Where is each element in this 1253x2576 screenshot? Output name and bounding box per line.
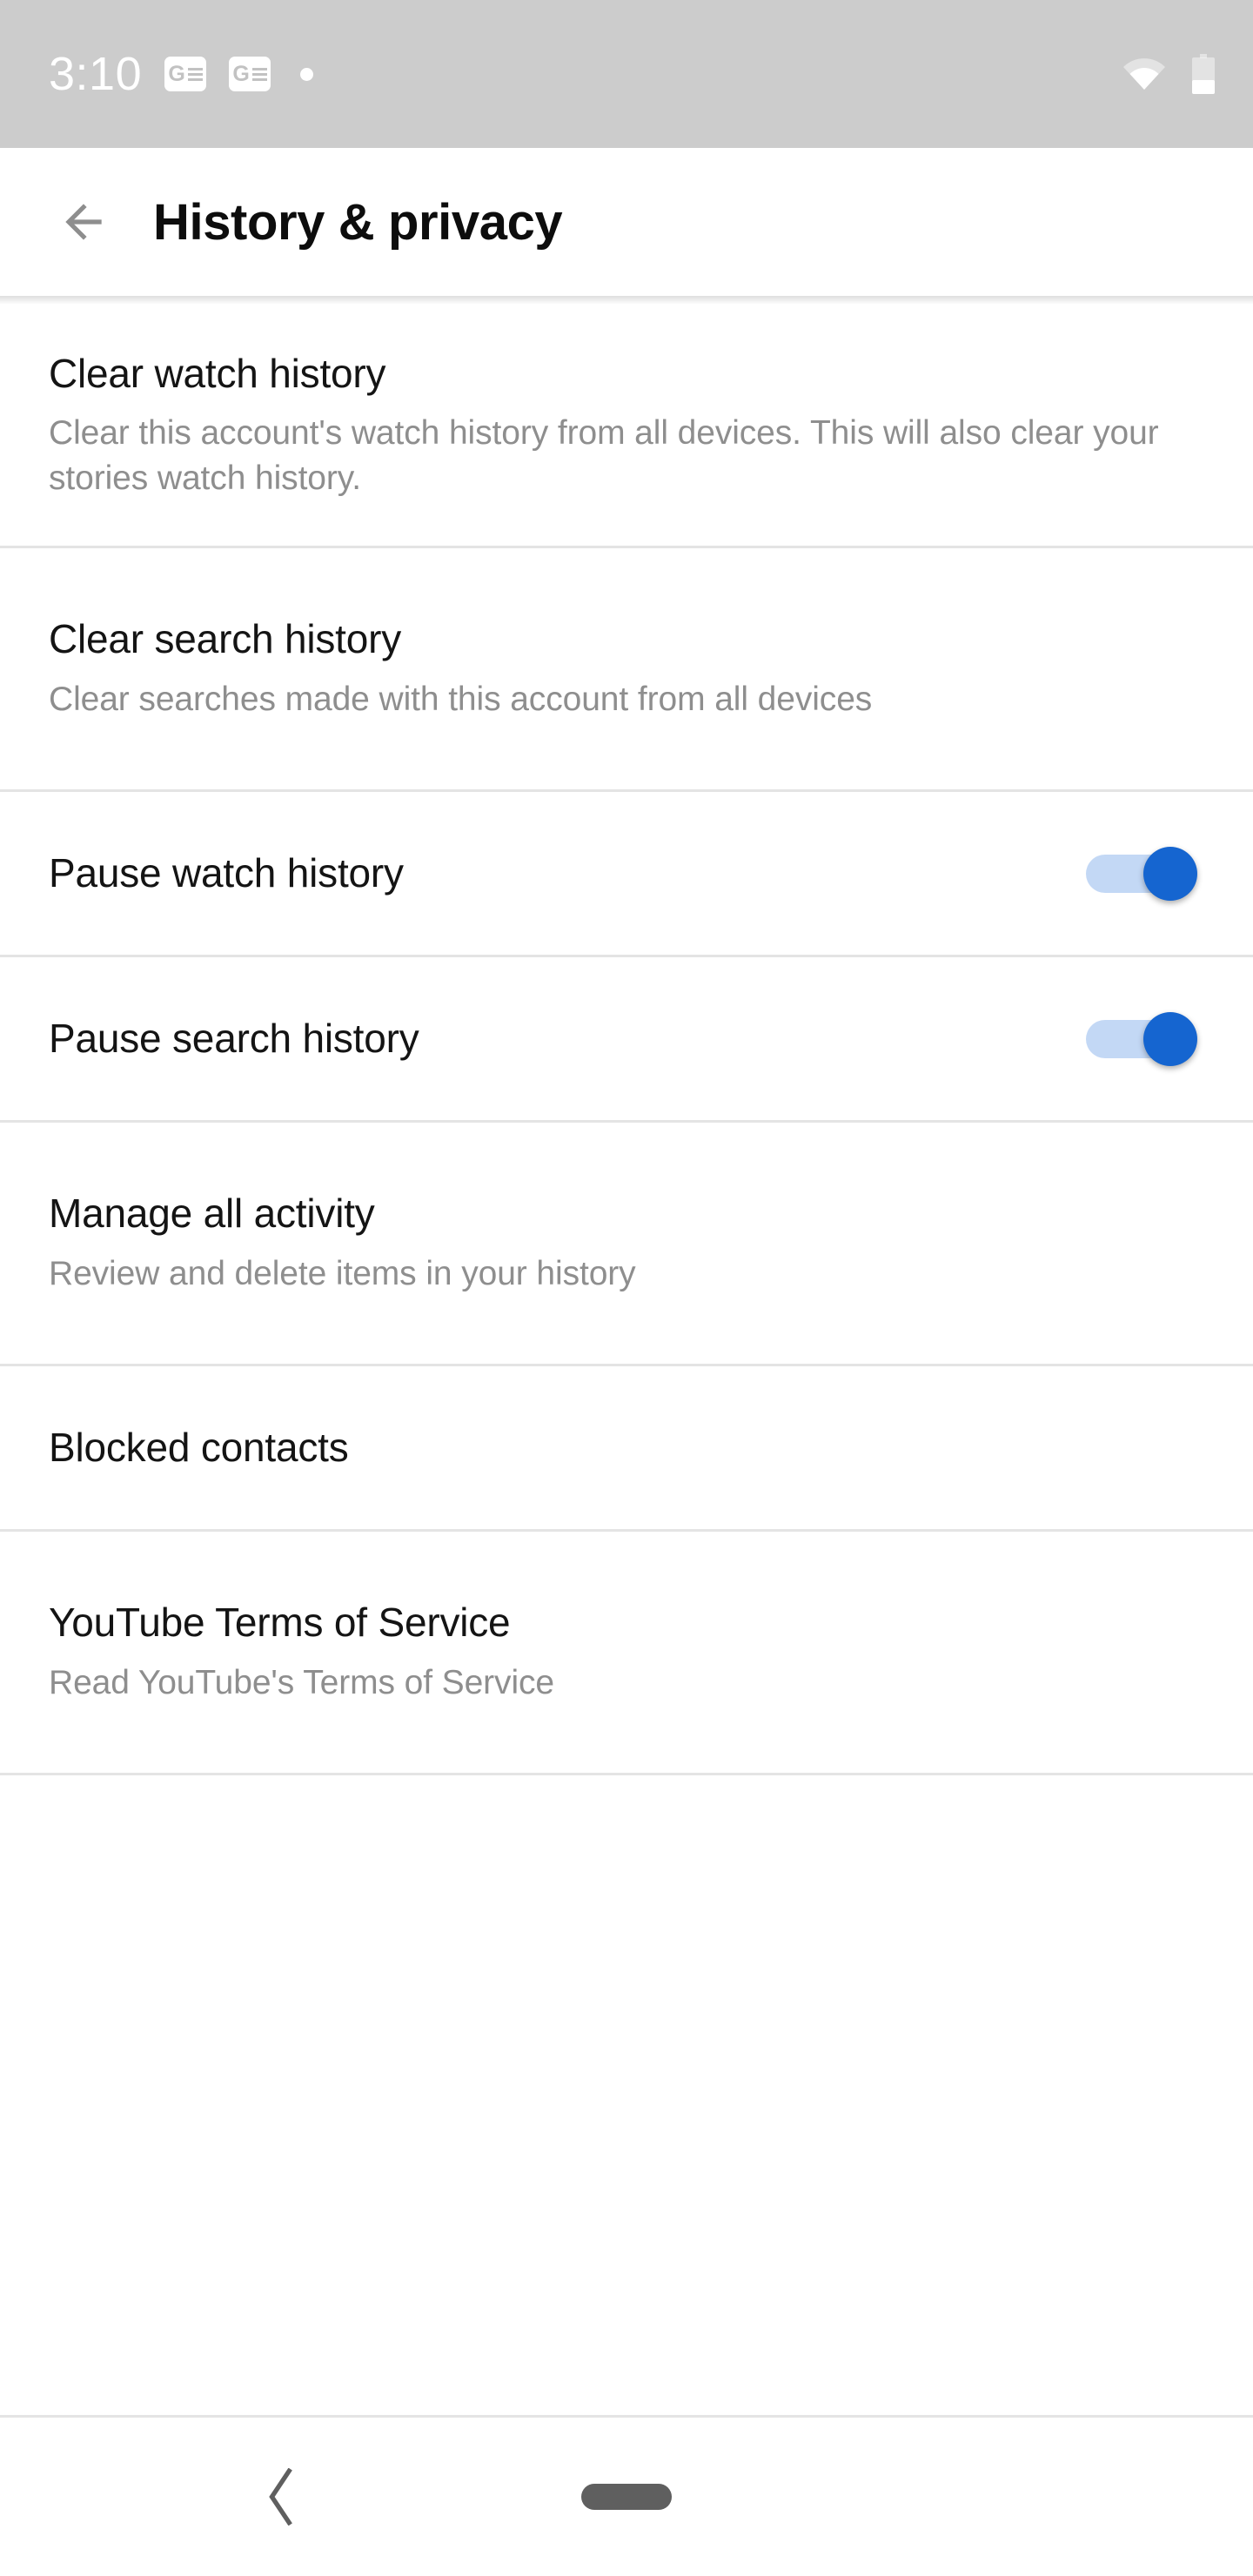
row-subtitle: Clear this account's watch history from … bbox=[49, 413, 1159, 497]
phone-screen: 3:10 G G History & privacy Clear watch h… bbox=[0, 0, 1253, 2576]
toggle-thumb bbox=[1143, 846, 1197, 901]
settings-row-clear-watch-history[interactable]: Clear watch history Clear this account's… bbox=[0, 305, 1253, 548]
settings-row-youtube-terms-of-service[interactable]: YouTube Terms of Service Read YouTube's … bbox=[0, 1532, 1253, 1775]
page-title: History & privacy bbox=[153, 193, 563, 251]
settings-row-pause-search-history[interactable]: Pause search history bbox=[0, 957, 1253, 1123]
row-text-block: Manage all activity Review and delete it… bbox=[49, 1190, 1204, 1296]
app-bar-shadow bbox=[0, 296, 1253, 305]
settings-row-clear-search-history[interactable]: Clear search history Clear searches made… bbox=[0, 548, 1253, 792]
google-news-lines bbox=[251, 67, 267, 81]
row-title: Manage all activity bbox=[49, 1191, 375, 1237]
toggle-pause-watch-history[interactable] bbox=[1086, 846, 1197, 901]
nav-back-button[interactable] bbox=[247, 2462, 317, 2532]
status-bar-clock: 3:10 bbox=[49, 48, 143, 100]
back-button[interactable] bbox=[40, 178, 127, 265]
row-title: Clear watch history bbox=[49, 350, 386, 396]
row-subtitle: Read YouTube's Terms of Service bbox=[49, 1663, 555, 1701]
wifi-icon bbox=[1122, 57, 1166, 91]
settings-row-pause-watch-history[interactable]: Pause watch history bbox=[0, 792, 1253, 957]
settings-row-manage-all-activity[interactable]: Manage all activity Review and delete it… bbox=[0, 1123, 1253, 1366]
arrow-back-icon bbox=[65, 204, 102, 240]
row-subtitle: Clear searches made with this account fr… bbox=[49, 680, 873, 718]
row-text-block: Clear watch history Clear this account's… bbox=[49, 350, 1204, 501]
settings-row-blocked-contacts[interactable]: Blocked contacts bbox=[0, 1366, 1253, 1532]
google-news-letter: G bbox=[232, 61, 250, 86]
battery-low-icon bbox=[1192, 54, 1215, 94]
status-bar: 3:10 G G bbox=[0, 0, 1253, 148]
row-text-block: YouTube Terms of Service Read YouTube's … bbox=[49, 1599, 1204, 1705]
row-text-block: Pause search history bbox=[49, 1015, 1086, 1062]
row-title: Clear search history bbox=[49, 616, 402, 662]
app-bar: History & privacy bbox=[0, 148, 1253, 296]
google-news-icon: G bbox=[164, 57, 207, 91]
google-news-icon: G bbox=[229, 57, 271, 91]
row-subtitle: Review and delete items in your history bbox=[49, 1254, 636, 1292]
chevron-back-icon bbox=[269, 2468, 292, 2526]
row-text-block: Clear search history Clear searches made… bbox=[49, 615, 1204, 721]
system-navigation-bar bbox=[0, 2415, 1253, 2576]
status-bar-left: 3:10 G G bbox=[49, 50, 1122, 97]
notification-dot-icon bbox=[300, 67, 314, 81]
row-title: Pause search history bbox=[49, 1016, 419, 1062]
nav-home-pill-icon[interactable] bbox=[581, 2484, 672, 2510]
toggle-pause-search-history[interactable] bbox=[1086, 1011, 1197, 1066]
google-news-letter: G bbox=[168, 61, 185, 86]
toggle-thumb bbox=[1143, 1011, 1197, 1066]
status-bar-right bbox=[1122, 54, 1215, 94]
row-title: Pause watch history bbox=[49, 850, 404, 896]
row-title: Blocked contacts bbox=[49, 1425, 349, 1471]
row-title: YouTube Terms of Service bbox=[49, 1600, 511, 1646]
settings-list: Clear watch history Clear this account's… bbox=[0, 305, 1253, 1775]
google-news-lines bbox=[187, 67, 203, 81]
row-text-block: Blocked contacts bbox=[49, 1424, 1204, 1471]
row-text-block: Pause watch history bbox=[49, 849, 1086, 896]
